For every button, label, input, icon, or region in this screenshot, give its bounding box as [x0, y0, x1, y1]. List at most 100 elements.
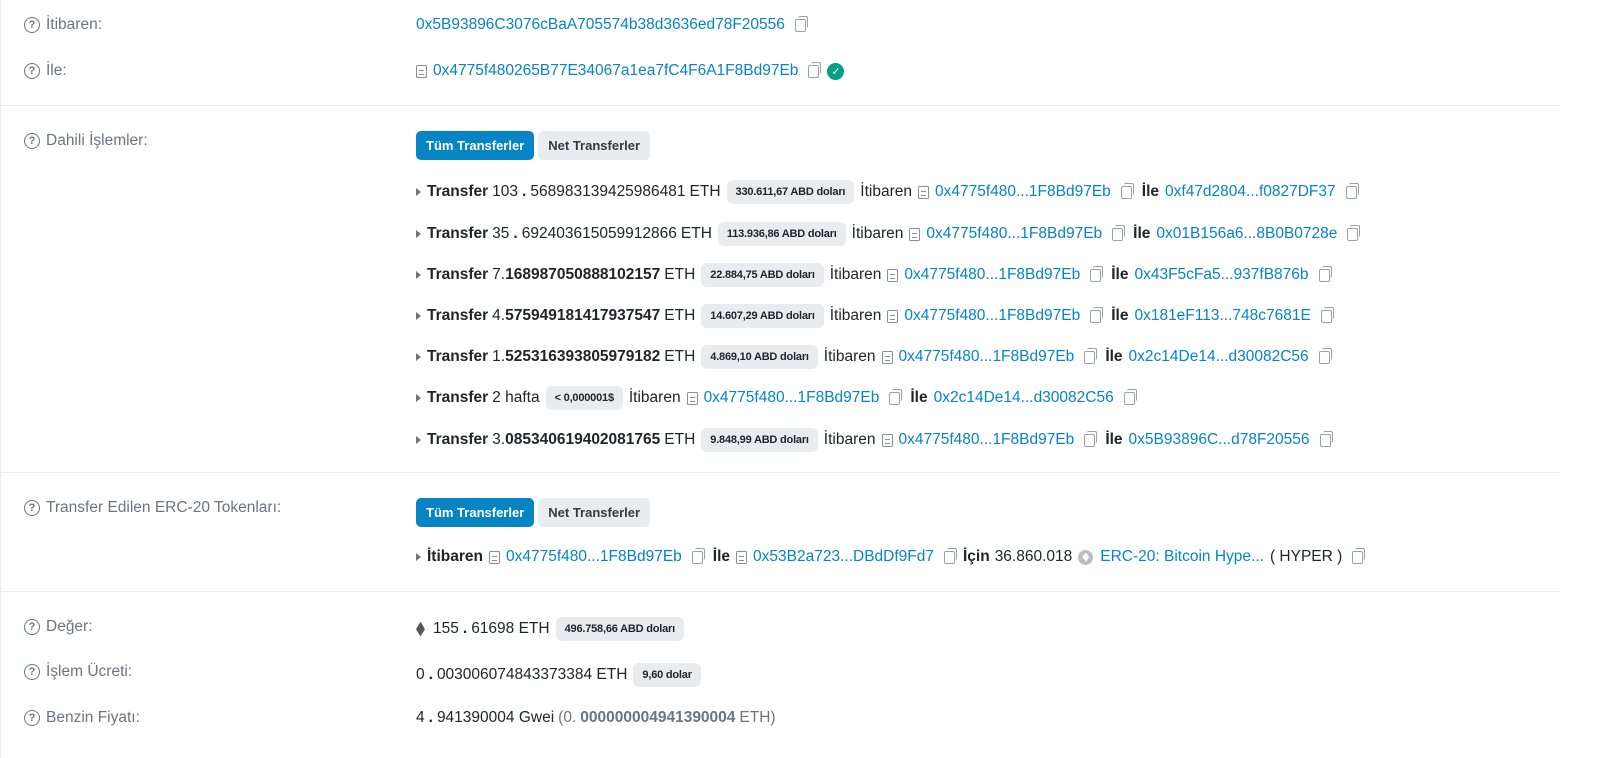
transfer-row: Transfer 1. 525316393805979182 ETH 4.869… — [416, 345, 1336, 369]
verified-check-icon: ✓ — [827, 62, 845, 80]
copy-icon[interactable] — [1347, 224, 1361, 241]
transfer-row: Transfer 3. 085340619402081765 ETH 9.848… — [416, 428, 1337, 452]
usd-badge: < 0,000001$ — [545, 386, 623, 410]
contract-icon — [887, 268, 899, 282]
divider — [0, 105, 1560, 106]
from-label: ? İtibaren: — [24, 16, 102, 34]
value-value: 155 . 61698 ETH 496.758,66 ABD doları — [416, 617, 690, 641]
fee-value: 0 . 003006074843373384 ETH 9,60 dolar — [416, 663, 707, 687]
transfer-row: Transfer 103 . 568983139425986481 ETH 33… — [416, 180, 1363, 204]
question-icon[interactable]: ? — [24, 500, 40, 516]
transfer-from-link[interactable]: 0x4775f480...1F8Bd97Eb — [904, 266, 1080, 284]
expand-caret-icon[interactable] — [416, 353, 421, 361]
transfer-row: Transfer 7. 168987050888102157 ETH 22.88… — [416, 263, 1336, 287]
erc20-to-link[interactable]: 0x53B2a723...DBdDf9Fd7 — [753, 548, 934, 566]
copy-icon[interactable] — [1084, 347, 1098, 364]
ethereum-icon — [416, 621, 425, 637]
transfer-from-link[interactable]: 0x4775f480...1F8Bd97Eb — [904, 307, 1080, 325]
copy-icon[interactable] — [1084, 430, 1098, 447]
copy-icon[interactable] — [1318, 265, 1332, 282]
expand-caret-icon[interactable] — [416, 312, 421, 320]
contract-icon — [736, 550, 748, 564]
contract-icon — [416, 64, 427, 78]
value-row: ? Değer: 155 . 61698 ETH 496.758,66 ABD … — [0, 617, 1598, 641]
contract-icon — [881, 350, 893, 364]
erc20-from-link[interactable]: 0x4775f480...1F8Bd97Eb — [506, 548, 682, 566]
copy-icon[interactable] — [1318, 347, 1332, 364]
to-value: 0x4775f480265B77E34067a1ea7fC4F6A1F8Bd97… — [416, 61, 845, 80]
copy-icon[interactable] — [1345, 182, 1359, 199]
transfer-row: Transfer 4. 575949181417937547 ETH 14.60… — [416, 304, 1338, 328]
erc20-transfer-row: İtibaren 0x4775f480...1F8Bd97Eb İle 0x53… — [416, 547, 1369, 566]
gas-row: ? Benzin Fiyatı: 4 . 941390004 Gwei (0. … — [0, 709, 1598, 731]
transfer-to-link[interactable]: 0x2c14De14...d30082C56 — [1129, 348, 1309, 366]
copy-icon[interactable] — [1320, 306, 1334, 323]
expand-caret-icon[interactable] — [416, 230, 421, 238]
transfer-to-link[interactable]: 0xf47d2804...f0827DF37 — [1165, 183, 1336, 201]
tab-all-transfers[interactable]: Tüm Transferler — [416, 131, 535, 160]
erc20-label: ? Transfer Edilen ERC-20 Tokenları: — [24, 499, 281, 517]
to-label: ? İle: — [24, 62, 67, 80]
copy-icon[interactable] — [889, 388, 903, 405]
transfer-row: Transfer 35 . 692403615059912866 ETH 113… — [416, 222, 1364, 246]
contract-icon — [488, 550, 500, 564]
question-icon[interactable]: ? — [24, 17, 40, 33]
divider — [0, 472, 1560, 473]
copy-icon[interactable] — [1112, 224, 1126, 241]
expand-caret-icon[interactable] — [416, 436, 421, 444]
tab-net-transfers[interactable]: Net Transferler — [538, 498, 651, 527]
token-icon — [1078, 549, 1094, 565]
fee-row: ? İşlem Ücreti: 0 . 003006074843373384 E… — [0, 663, 1598, 687]
copy-icon[interactable] — [1319, 430, 1333, 447]
copy-icon[interactable] — [1090, 265, 1104, 282]
transfer-to-link[interactable]: 0x2c14De14...d30082C56 — [934, 389, 1114, 407]
expand-caret-icon[interactable] — [416, 394, 421, 402]
transfer-to-link[interactable]: 0x181eF113...748c7681E — [1134, 307, 1310, 325]
copy-icon[interactable] — [1352, 547, 1366, 564]
usd-badge: 14.607,29 ABD doları — [701, 304, 824, 328]
usd-badge: 9.848,99 ABD doları — [701, 428, 818, 452]
transfer-to-link[interactable]: 0x43F5cFa5...937fB876b — [1134, 266, 1308, 284]
from-address-link[interactable]: 0x5B93896C3076cBaA705574b38d3636ed78F205… — [416, 16, 785, 34]
question-icon[interactable]: ? — [24, 710, 40, 726]
copy-icon[interactable] — [943, 547, 957, 564]
copy-icon[interactable] — [1090, 306, 1104, 323]
expand-caret-icon[interactable] — [416, 553, 421, 561]
transfer-from-link[interactable]: 0x4775f480...1F8Bd97Eb — [899, 431, 1075, 449]
contract-icon — [686, 391, 698, 405]
value-label: ? Değer: — [24, 618, 93, 636]
to-address-link[interactable]: 0x4775f480265B77E34067a1ea7fC4F6A1F8Bd97… — [433, 62, 798, 80]
from-value: 0x5B93896C3076cBaA705574b38d3636ed78F205… — [416, 15, 812, 34]
erc20-token-link[interactable]: ERC-20: Bitcoin Hype... — [1100, 548, 1264, 566]
transfer-to-link[interactable]: 0x5B93896C...d78F20556 — [1129, 431, 1310, 449]
internal-tx-label: ? Dahili İşlemler: — [24, 132, 148, 150]
gas-value: 4 . 941390004 Gwei (0. 00000000494139000… — [416, 709, 776, 726]
copy-icon[interactable] — [691, 547, 705, 564]
transfer-from-link[interactable]: 0x4775f480...1F8Bd97Eb — [926, 225, 1102, 243]
tab-net-transfers[interactable]: Net Transferler — [538, 131, 651, 160]
question-icon[interactable]: ? — [24, 664, 40, 680]
question-icon[interactable]: ? — [24, 63, 40, 79]
transfer-from-link[interactable]: 0x4775f480...1F8Bd97Eb — [899, 348, 1075, 366]
gas-label: ? Benzin Fiyatı: — [24, 709, 140, 727]
contract-icon — [881, 433, 893, 447]
contract-icon — [917, 185, 929, 199]
copy-icon[interactable] — [808, 61, 822, 78]
tab-all-transfers[interactable]: Tüm Transferler — [416, 498, 535, 527]
usd-badge: 9,60 dolar — [633, 663, 701, 687]
transfer-to-link[interactable]: 0x01B156a6...8B0B0728e — [1156, 225, 1337, 243]
transfer-row: Transfer 2 hafta < 0,000001$ İtibaren 0x… — [416, 386, 1141, 410]
expand-caret-icon[interactable] — [416, 188, 421, 196]
transfer-from-link[interactable]: 0x4775f480...1F8Bd97Eb — [704, 389, 880, 407]
copy-icon[interactable] — [1123, 388, 1137, 405]
erc20-section: ? Transfer Edilen ERC-20 Tokenları: Tüm … — [0, 498, 1598, 579]
question-icon[interactable]: ? — [24, 133, 40, 149]
copy-icon[interactable] — [1120, 182, 1134, 199]
erc20-tabs: Tüm Transferler Net Transferler — [416, 498, 651, 527]
question-icon[interactable]: ? — [24, 619, 40, 635]
divider — [0, 591, 1560, 592]
transfer-from-link[interactable]: 0x4775f480...1F8Bd97Eb — [935, 183, 1111, 201]
fee-label: ? İşlem Ücreti: — [24, 663, 132, 681]
expand-caret-icon[interactable] — [416, 271, 421, 279]
copy-icon[interactable] — [794, 15, 808, 32]
